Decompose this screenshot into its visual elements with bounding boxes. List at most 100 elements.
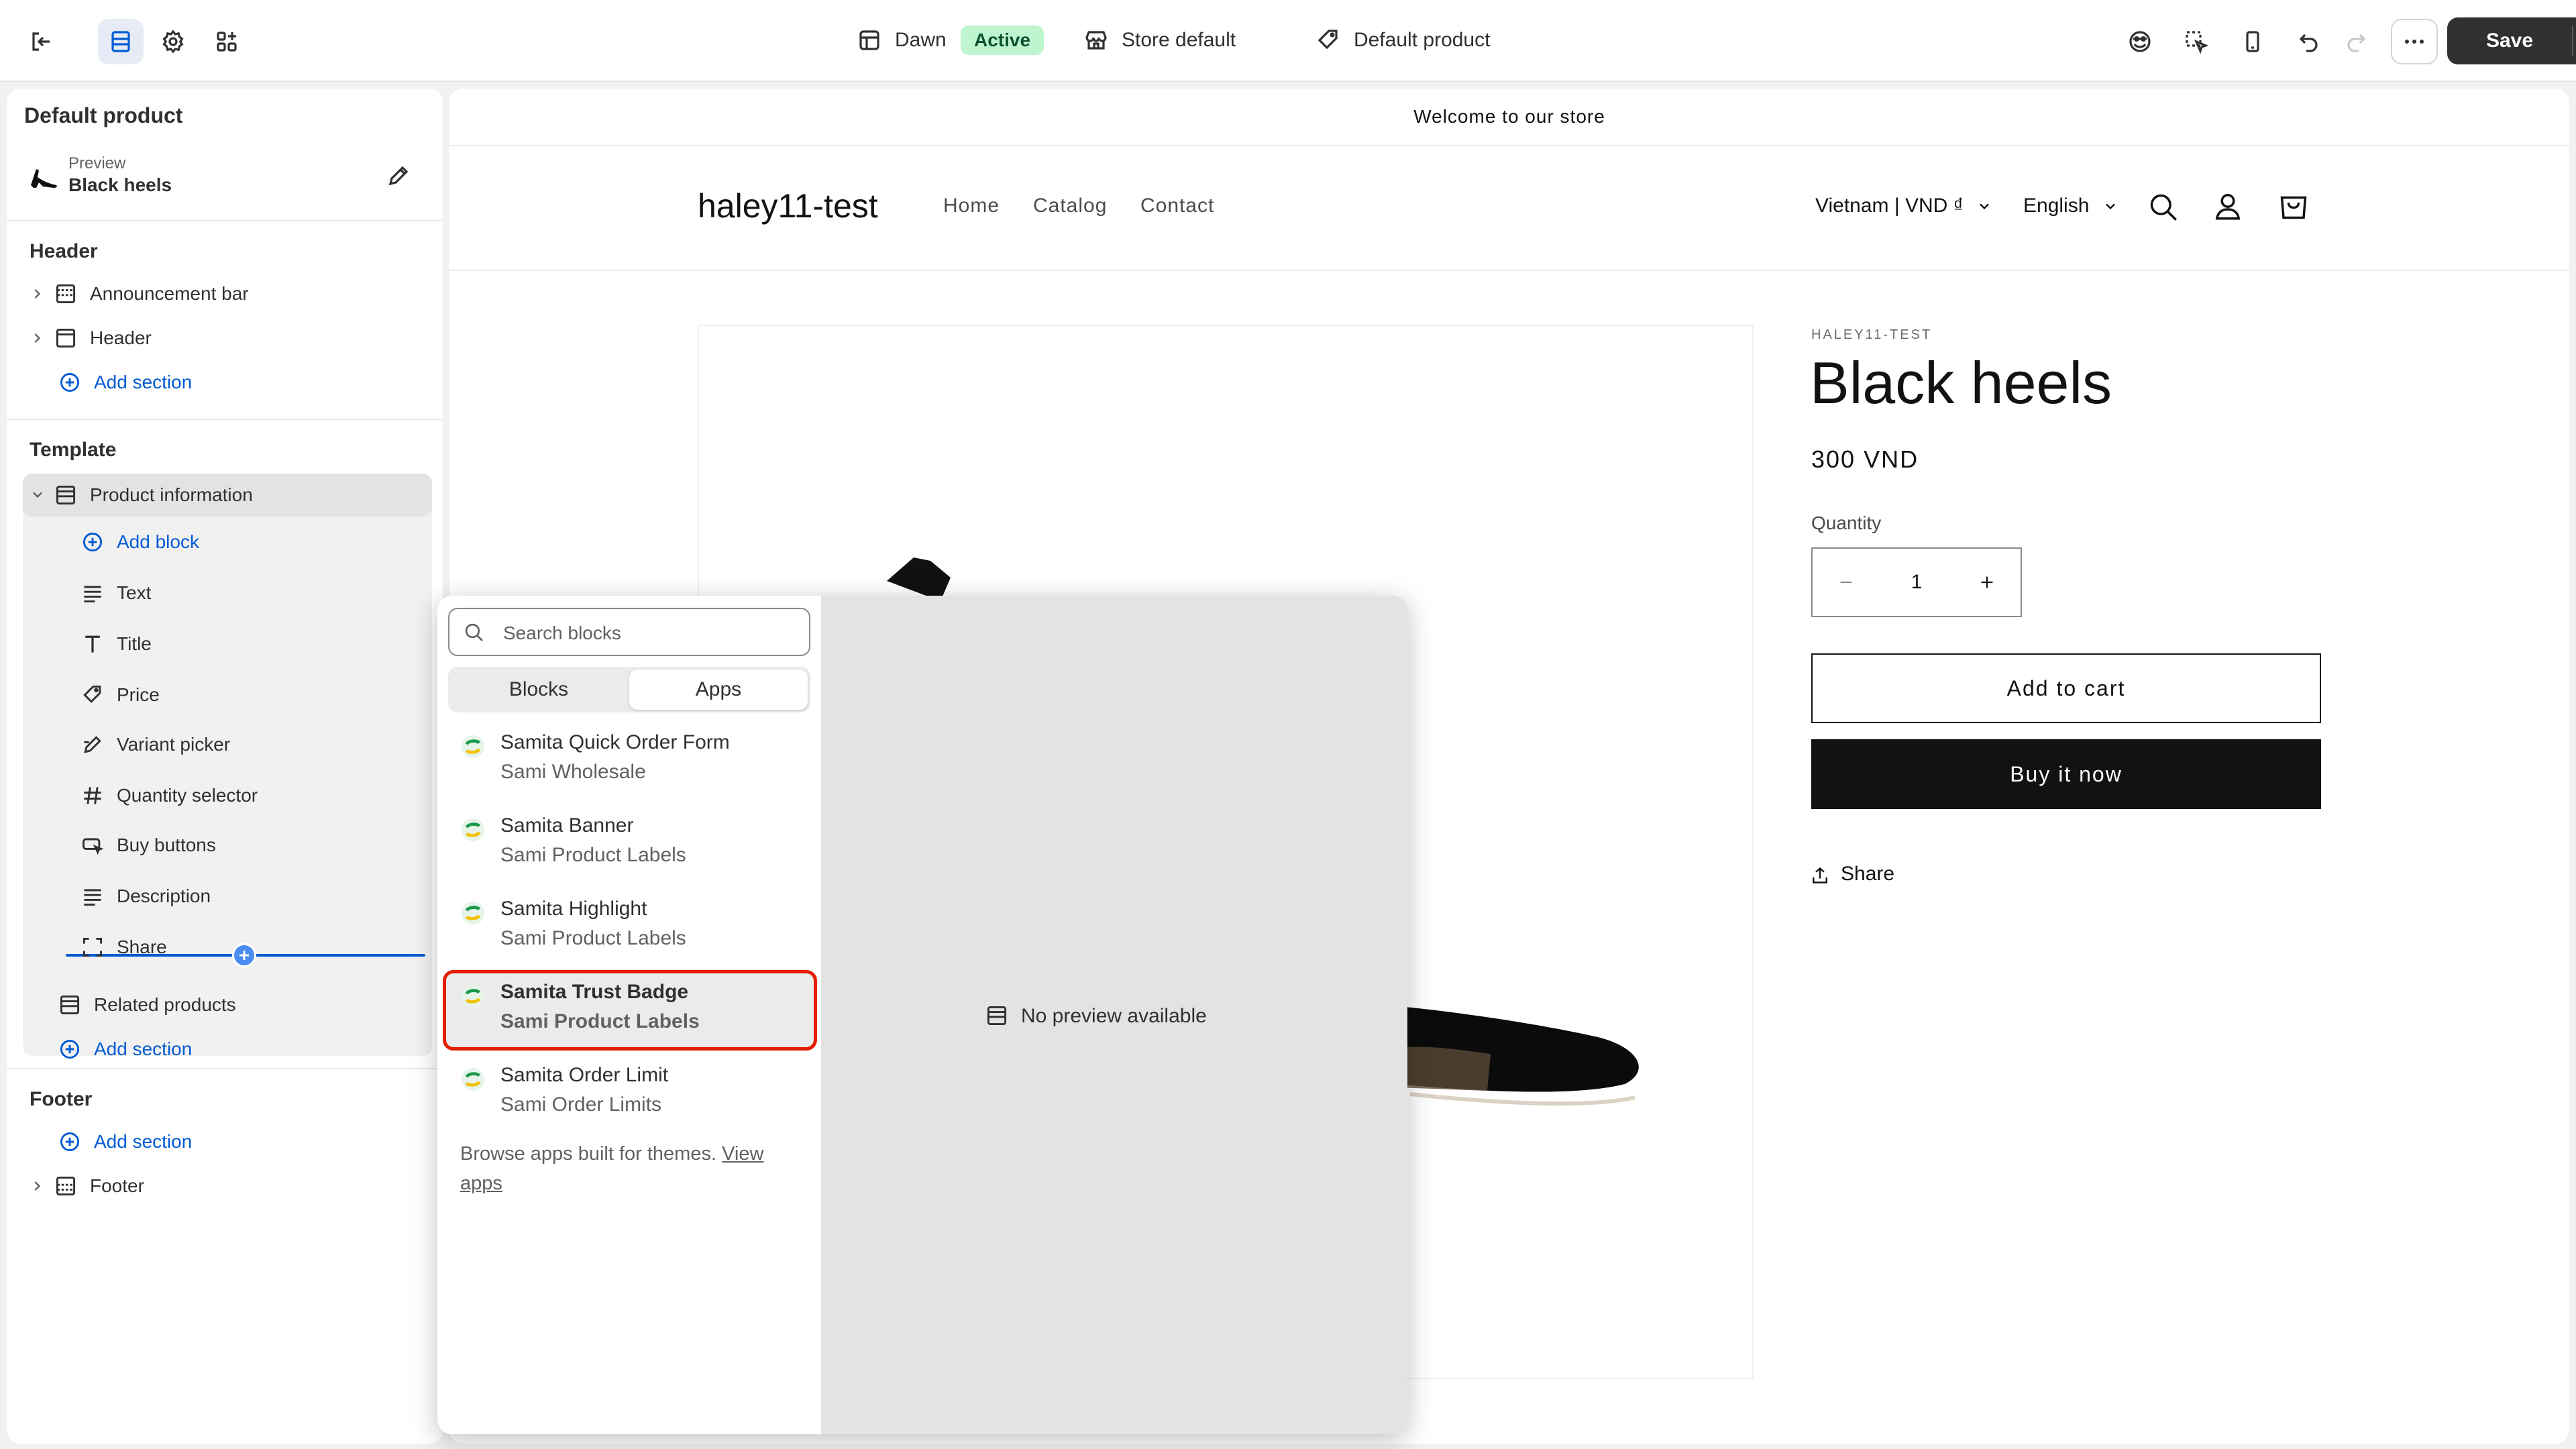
minus-icon[interactable] xyxy=(1813,549,1880,616)
quantity-input[interactable]: 1 xyxy=(1880,549,1953,616)
sidebar-item-header[interactable]: Header xyxy=(30,322,152,354)
status-badge: Active xyxy=(961,25,1044,55)
add-section-label: Add section xyxy=(94,372,193,392)
add-section-template-button[interactable]: Add section xyxy=(56,1033,192,1065)
gear-icon[interactable] xyxy=(150,19,196,64)
app-block-name: Samita Banner xyxy=(500,814,634,837)
add-section-header-button[interactable]: Add section xyxy=(56,366,192,398)
app-block-vendor: Sami Order Limits xyxy=(500,1093,662,1116)
store-logo[interactable]: haley11-test xyxy=(698,186,878,225)
edit-icon[interactable] xyxy=(385,162,412,189)
tab-apps[interactable]: Apps xyxy=(629,669,808,710)
app-block-vendor: Sami Wholesale xyxy=(500,761,646,783)
redo-icon[interactable] xyxy=(2333,19,2379,64)
divider xyxy=(7,1068,443,1069)
tab-blocks[interactable]: Blocks xyxy=(451,669,627,710)
apps-icon[interactable] xyxy=(204,19,250,64)
inspector-icon[interactable] xyxy=(2117,19,2163,64)
plus-circle-icon xyxy=(56,1036,83,1063)
nav-home[interactable]: Home xyxy=(943,195,1000,217)
add-section-footer-button[interactable]: Add section xyxy=(56,1126,192,1158)
variant-icon xyxy=(79,731,106,758)
app-block-samita-trust-badge[interactable]: Samita Trust Badge Sami Product Labels xyxy=(443,970,817,1051)
insertion-plus-icon[interactable] xyxy=(232,943,256,967)
block-item-share[interactable]: Share xyxy=(79,931,167,963)
share-icon xyxy=(1810,865,1830,885)
block-item-description[interactable]: Description xyxy=(79,880,211,912)
header-divider xyxy=(449,270,2569,271)
section-icon xyxy=(52,280,79,307)
search-icon xyxy=(463,621,486,644)
mobile-icon[interactable] xyxy=(2230,19,2275,64)
block-label: Text xyxy=(117,582,152,603)
app-block-vendor: Sami Product Labels xyxy=(500,927,686,949)
add-section-label: Add section xyxy=(94,1038,193,1059)
country-selector[interactable]: Vietnam | VND ₫ xyxy=(1815,195,1964,217)
title-icon xyxy=(79,631,106,657)
sidebar-item-announcement-bar[interactable]: Announcement bar xyxy=(30,278,249,310)
block-item-variant-picker[interactable]: Variant picker xyxy=(79,729,230,761)
block-label: Title xyxy=(117,633,152,654)
store-selector[interactable]: Store default xyxy=(1122,27,1236,54)
sections-icon[interactable] xyxy=(98,19,144,64)
chevron-down-icon[interactable] xyxy=(30,482,46,508)
sidebar-item-label: Product information xyxy=(90,484,253,505)
section-icon xyxy=(52,325,79,352)
block-item-price[interactable]: Price xyxy=(79,679,160,711)
select-icon[interactable] xyxy=(2174,19,2219,64)
sidebar-item-footer[interactable]: Footer xyxy=(30,1170,144,1202)
samita-app-icon xyxy=(460,817,486,843)
sidebar-item-related-products[interactable]: Related products xyxy=(56,989,236,1021)
language-selector[interactable]: English xyxy=(2023,195,2089,217)
save-button[interactable]: Save xyxy=(2447,17,2572,64)
undo-icon[interactable] xyxy=(2286,19,2332,64)
app-block-name: Samita Trust Badge xyxy=(500,981,689,1003)
app-block-name: Samita Quick Order Form xyxy=(500,731,730,753)
view-apps-link-continued[interactable]: apps xyxy=(460,1173,502,1194)
nav-catalog[interactable]: Catalog xyxy=(1033,195,1107,217)
more-actions-icon[interactable] xyxy=(2391,19,2438,64)
sidebar-item-product-information[interactable]: Product information xyxy=(30,479,253,511)
chevron-right-icon[interactable] xyxy=(30,280,46,307)
app-block-samita-quick-order-form[interactable]: Samita Quick Order Form Sami Wholesale xyxy=(443,720,817,801)
app-block-name: Samita Order Limit xyxy=(500,1064,669,1086)
tag-icon xyxy=(1315,27,1342,54)
product-price: 300 VND xyxy=(1811,445,1919,473)
buy-now-button[interactable]: Buy it now xyxy=(1811,739,2321,809)
block-item-buy-buttons[interactable]: Buy buttons xyxy=(79,829,216,861)
cart-icon[interactable] xyxy=(2277,189,2310,223)
search-input[interactable]: Search blocks xyxy=(448,608,810,656)
samita-app-icon xyxy=(460,734,486,759)
plus-icon[interactable] xyxy=(1953,549,2021,616)
plus-circle-icon xyxy=(79,529,106,555)
preview-product[interactable]: Black heels xyxy=(68,174,172,196)
announcement-bar: Welcome to our store xyxy=(449,89,2569,146)
share-button[interactable]: Share xyxy=(1841,863,1894,885)
block-item-title[interactable]: Title xyxy=(79,628,152,660)
chevron-right-icon[interactable] xyxy=(30,1173,46,1199)
template-selector[interactable]: Default product xyxy=(1354,27,1490,54)
block-item-quantity-selector[interactable]: Quantity selector xyxy=(79,780,258,812)
add-to-cart-button[interactable]: Add to cart xyxy=(1811,653,2321,723)
app-block-samita-order-limit[interactable]: Samita Order Limit Sami Order Limits xyxy=(443,1053,817,1134)
view-apps-link[interactable]: View xyxy=(722,1143,763,1165)
search-icon[interactable] xyxy=(2147,191,2180,224)
add-block-button[interactable]: Add block xyxy=(79,526,199,558)
block-label: Buy buttons xyxy=(117,835,216,855)
block-item-text[interactable]: Text xyxy=(79,577,151,609)
exit-icon[interactable] xyxy=(19,19,64,64)
search-placeholder: Search blocks xyxy=(503,623,621,643)
app-block-samita-highlight[interactable]: Samita Highlight Sami Product Labels xyxy=(443,887,817,967)
chevron-down-icon xyxy=(1976,199,1992,215)
chevron-right-icon[interactable] xyxy=(30,325,46,352)
account-icon[interactable] xyxy=(2211,189,2245,223)
nav-contact[interactable]: Contact xyxy=(1140,195,1214,217)
product-information-group xyxy=(23,474,432,1056)
sidebar-item-label: Header xyxy=(90,327,152,348)
theme-name[interactable]: Dawn xyxy=(895,27,947,54)
sidebar-item-label: Announcement bar xyxy=(90,283,249,304)
theme-icon xyxy=(856,27,883,54)
chevron-down-icon[interactable] xyxy=(2573,17,2576,64)
block-label: Variant picker xyxy=(117,734,231,755)
app-block-samita-banner[interactable]: Samita Banner Sami Product Labels xyxy=(443,804,817,884)
